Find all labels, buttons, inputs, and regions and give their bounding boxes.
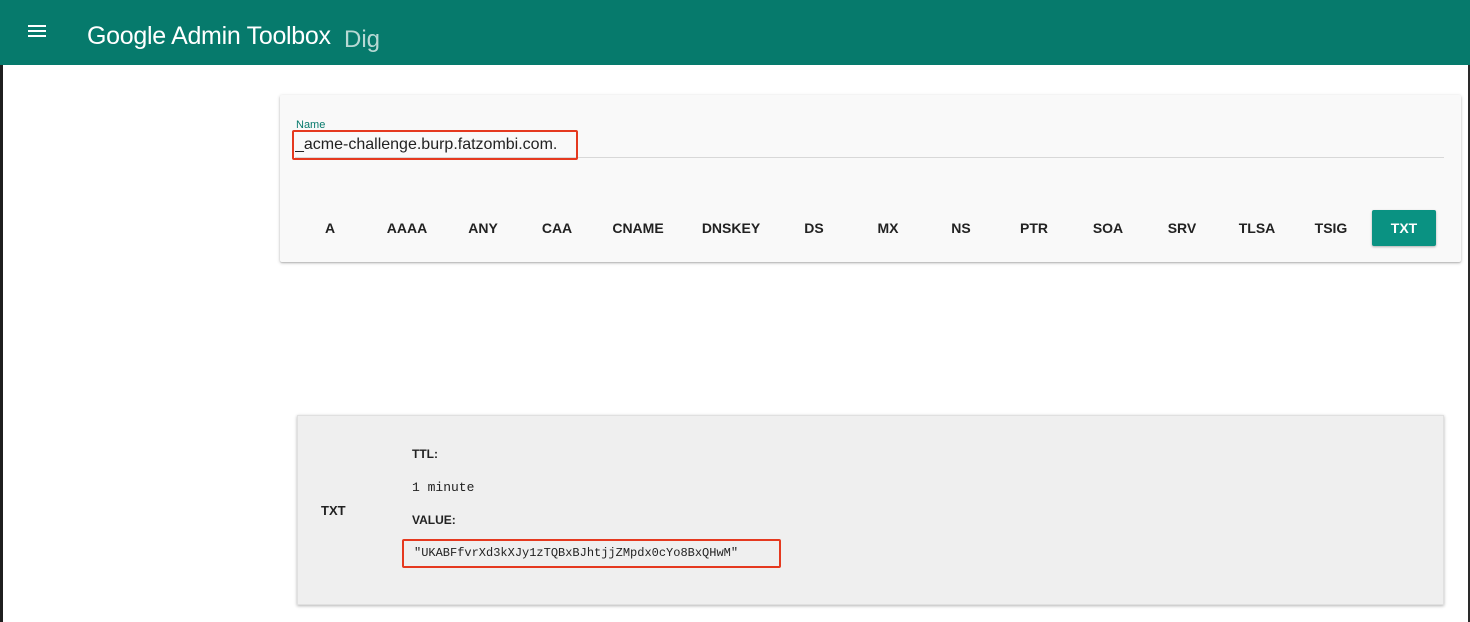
name-field-label: Name [296, 119, 326, 131]
ttl-value: 1 minute [412, 480, 475, 495]
type-button-tlsa[interactable]: TLSA [1231, 210, 1283, 246]
type-button-soa[interactable]: SOA [1085, 210, 1131, 246]
page: Google Admin Toolbox Dig Name A AAAA ANY… [0, 0, 1470, 622]
txt-record-value: "UKABFfvrXd3kXJy1zTQBxBJhtjjZMpdx0cYo8Bx… [414, 546, 739, 560]
value-label: VALUE: [412, 513, 456, 527]
type-button-a[interactable]: A [311, 210, 349, 246]
type-button-srv[interactable]: SRV [1158, 210, 1206, 246]
type-button-ns[interactable]: NS [941, 210, 981, 246]
type-button-aaaa[interactable]: AAAA [381, 210, 433, 246]
app-bar: Google Admin Toolbox Dig [0, 0, 1470, 65]
type-button-any[interactable]: ANY [460, 210, 506, 246]
type-button-mx[interactable]: MX [865, 210, 911, 246]
app-title: Google Admin Toolbox [87, 22, 331, 50]
name-input-underline [295, 157, 1444, 158]
type-button-dnskey[interactable]: DNSKEY [696, 210, 766, 246]
name-input[interactable] [295, 134, 855, 156]
type-button-ds[interactable]: DS [794, 210, 834, 246]
query-card: Name A AAAA ANY CAA CNAME DNSKEY DS MX N… [280, 95, 1461, 262]
ttl-label: TTL: [412, 447, 438, 461]
app-subtitle: Dig [344, 26, 381, 53]
type-button-caa[interactable]: CAA [533, 210, 581, 246]
window-edge-left [0, 0, 3, 622]
type-button-ptr[interactable]: PTR [1011, 210, 1057, 246]
result-record-type: TXT [321, 503, 346, 518]
hamburger-menu-icon[interactable] [24, 20, 52, 44]
type-button-tsig[interactable]: TSIG [1305, 210, 1357, 246]
result-card: TXT TTL: 1 minute VALUE: "UKABFfvrXd3kXJ… [297, 415, 1444, 605]
type-button-cname[interactable]: CNAME [604, 210, 672, 246]
type-button-txt[interactable]: TXT [1372, 210, 1436, 246]
